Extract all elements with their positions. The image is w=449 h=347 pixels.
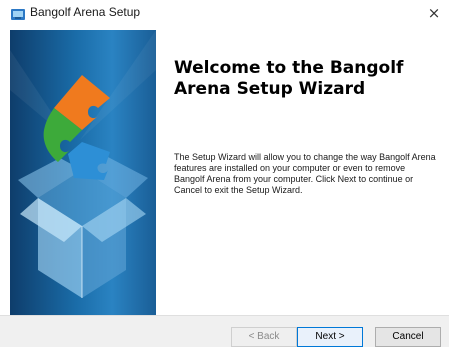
welcome-description: The Setup Wizard will allow you to chang… — [174, 152, 436, 195]
cancel-button[interactable]: Cancel — [375, 327, 441, 347]
button-bar: < Back Next > Cancel — [0, 315, 449, 347]
wizard-banner-image — [10, 30, 156, 315]
close-icon[interactable]: × — [419, 0, 449, 26]
back-button[interactable]: < Back — [231, 327, 297, 347]
next-button[interactable]: Next > — [297, 327, 363, 347]
welcome-heading: Welcome to the Bangolf Arena Setup Wizar… — [174, 58, 404, 99]
title-bar: Bangolf Arena Setup × — [0, 0, 449, 26]
installer-icon — [11, 7, 25, 21]
window-title: Bangolf Arena Setup — [30, 5, 141, 19]
